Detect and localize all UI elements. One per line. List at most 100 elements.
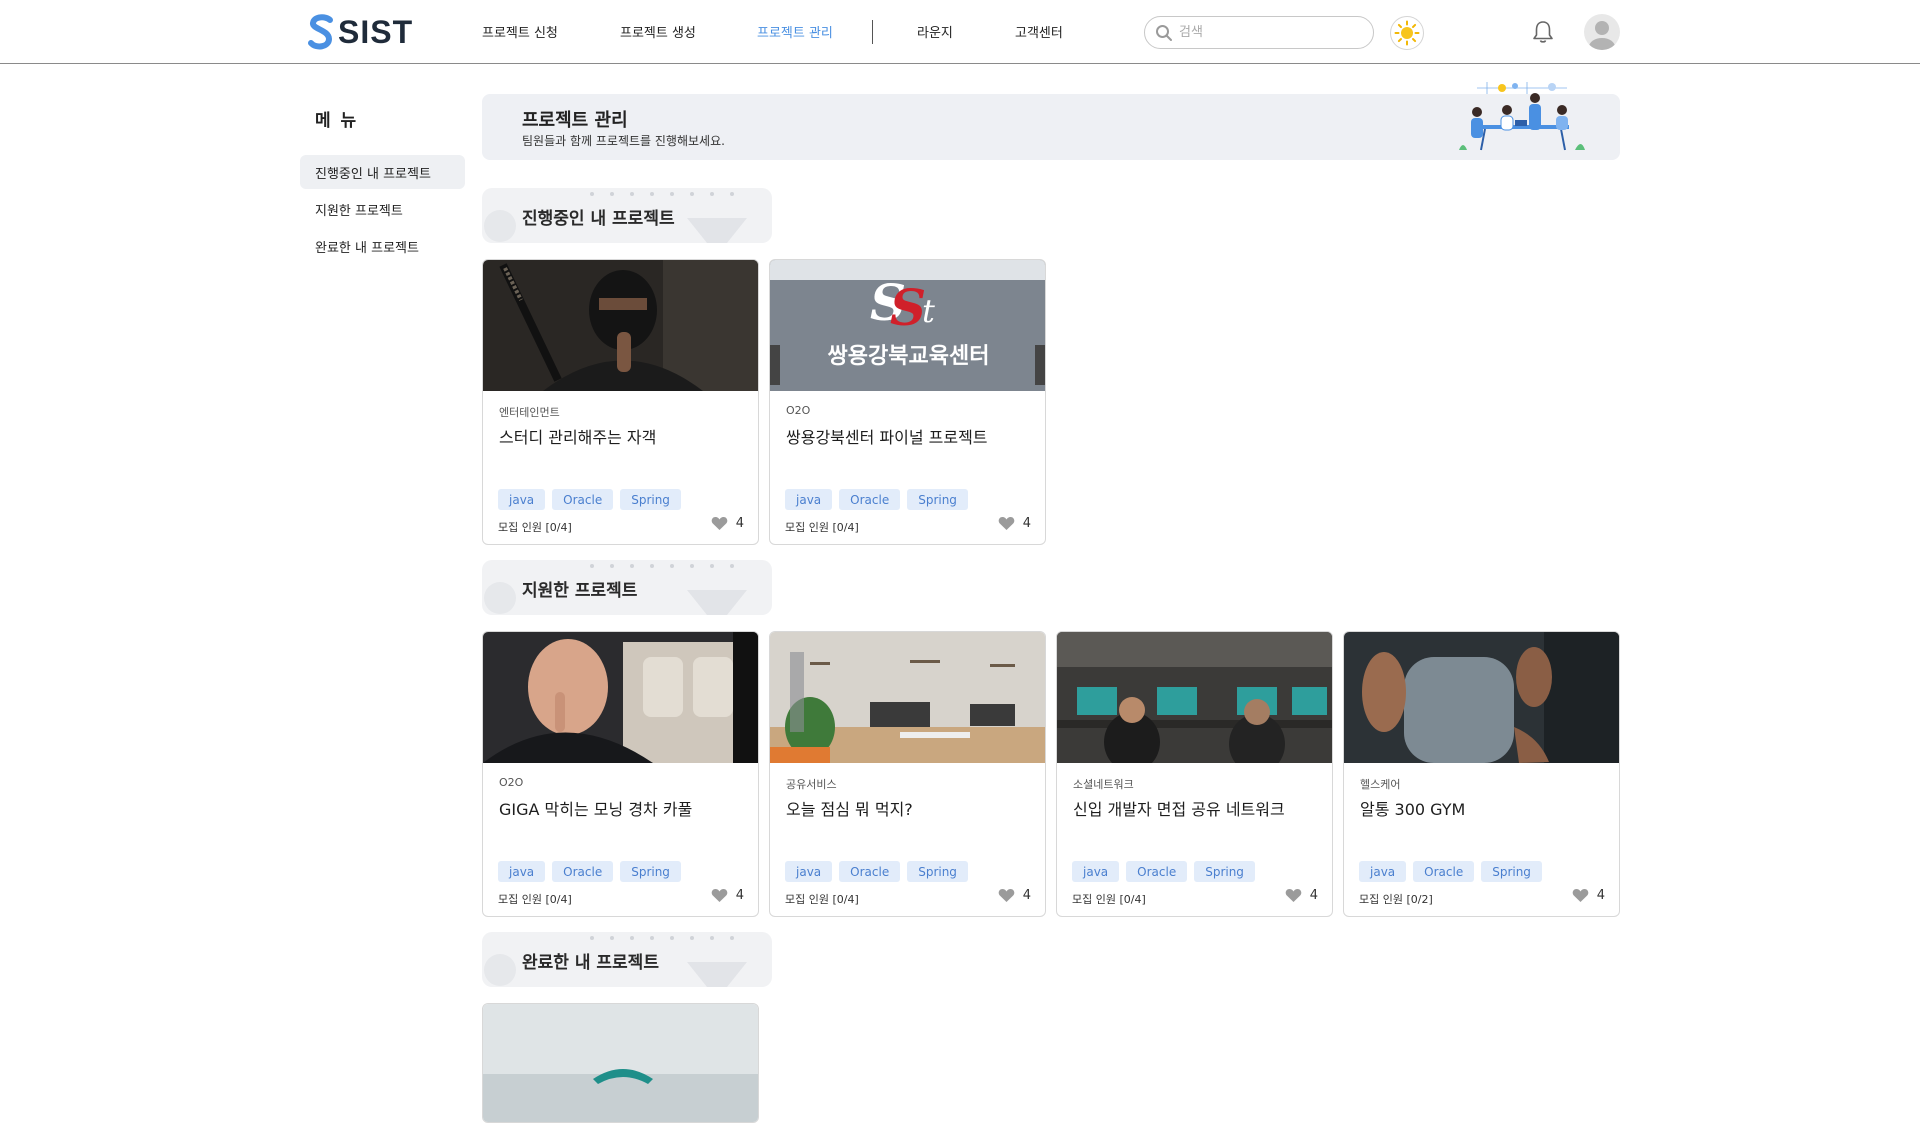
- recruit-count: 모집 인원 [0/4]: [1072, 893, 1146, 906]
- project-card[interactable]: 헬스케어 알통 300 GYM java Oracle Spring 모집 인원…: [1343, 631, 1620, 917]
- tech-tags: java Oracle Spring: [785, 489, 968, 510]
- tech-tag: Spring: [620, 861, 681, 882]
- page-banner: 프로젝트 관리 팀원들과 함께 프로젝트를 진행해보세요.: [482, 82, 1620, 160]
- thumbnail-sign-text: 쌍용강북교육센터: [828, 344, 990, 369]
- project-thumbnail: [770, 632, 1045, 763]
- user-avatar[interactable]: [1584, 14, 1620, 50]
- tech-tag: Spring: [1481, 861, 1542, 882]
- like-count: 4: [735, 516, 744, 531]
- team-meeting-illustration: [1459, 82, 1585, 151]
- heart-icon: [1285, 889, 1302, 902]
- sidebar-title: 메 뉴: [315, 111, 359, 131]
- user-icon: [1589, 21, 1615, 50]
- section-header-completed: 완료한 내 프로젝트: [482, 932, 772, 987]
- tech-tags: java Oracle Spring: [1359, 861, 1542, 882]
- tech-tag: java: [785, 489, 833, 510]
- project-thumbnail: [1344, 632, 1619, 763]
- recruit-count: 모집 인원 [0/4]: [498, 521, 572, 534]
- project-category: 헬스케어: [1360, 778, 1401, 791]
- tech-tag: Oracle: [839, 861, 901, 882]
- sidebar-item-ongoing-projects[interactable]: 진행중인 내 프로젝트: [300, 155, 465, 189]
- like-count: 4: [1596, 888, 1605, 903]
- project-thumbnail: S S t 쌍용강북교육센터: [770, 260, 1045, 391]
- project-category: O2O: [786, 404, 811, 417]
- project-thumbnail: [483, 632, 758, 763]
- heart-icon: [998, 517, 1015, 530]
- page-subtitle: 팀원들과 함께 프로젝트를 진행해보세요.: [522, 134, 725, 148]
- heart-icon: [711, 889, 728, 902]
- tech-tag: java: [1359, 861, 1407, 882]
- tech-tag: Spring: [907, 861, 968, 882]
- tech-tag: Oracle: [552, 489, 614, 510]
- nav-project-manage[interactable]: 프로젝트 관리: [757, 22, 833, 41]
- search-box[interactable]: [1144, 16, 1374, 49]
- heart-icon: [1572, 889, 1589, 902]
- tech-tag: Oracle: [1126, 861, 1188, 882]
- like-button[interactable]: 4: [1572, 888, 1605, 903]
- project-category: 엔터테인먼트: [499, 406, 560, 419]
- sist-logo[interactable]: SIST: [308, 14, 413, 50]
- search-input[interactable]: [1179, 25, 1359, 40]
- logo-text: SIST: [338, 13, 414, 50]
- like-count: 4: [1022, 516, 1031, 531]
- project-category: 소셜네트워크: [1073, 778, 1134, 791]
- section-title: 지원한 프로젝트: [522, 581, 638, 601]
- like-button[interactable]: 4: [1285, 888, 1318, 903]
- like-button[interactable]: 4: [998, 888, 1031, 903]
- tech-tag: java: [498, 489, 546, 510]
- heart-icon: [998, 889, 1015, 902]
- project-card[interactable]: 공유서비스 오늘 점심 뭐 먹지? java Oracle Spring 모집 …: [769, 631, 1046, 917]
- project-card[interactable]: 소셜네트워크 신입 개발자 면접 공유 네트워크 java Oracle Spr…: [1056, 631, 1333, 917]
- tech-tag: java: [785, 861, 833, 882]
- section-title: 진행중인 내 프로젝트: [522, 209, 675, 229]
- tech-tag: java: [498, 861, 546, 882]
- section-header-ongoing: 진행중인 내 프로젝트: [482, 188, 772, 243]
- search-icon: [1156, 24, 1172, 41]
- project-card[interactable]: 엔터테인먼트 스터디 관리해주는 자객 java Oracle Spring 모…: [482, 259, 759, 545]
- tech-tags: java Oracle Spring: [498, 861, 681, 882]
- tech-tag: Spring: [907, 489, 968, 510]
- theme-toggle-button[interactable]: [1390, 16, 1424, 50]
- section-header-applied: 지원한 프로젝트: [482, 560, 772, 615]
- nav-divider: [872, 20, 873, 44]
- tech-tags: java Oracle Spring: [1072, 861, 1255, 882]
- like-count: 4: [1022, 888, 1031, 903]
- project-title[interactable]: 오늘 점심 뭐 먹지?: [786, 796, 913, 820]
- tech-tags: java Oracle Spring: [785, 861, 968, 882]
- project-title[interactable]: 알통 300 GYM: [1360, 796, 1465, 820]
- svg-text:t: t: [922, 292, 935, 330]
- recruit-count: 모집 인원 [0/4]: [498, 893, 572, 906]
- project-card[interactable]: S S t 쌍용강북교육센터 O2O 쌍용강북센터 파이널 프로젝트 java …: [769, 259, 1046, 545]
- sidebar-item-applied-projects[interactable]: 지원한 프로젝트: [300, 192, 465, 226]
- project-category: 공유서비스: [786, 778, 837, 791]
- recruit-count: 모집 인원 [0/4]: [785, 893, 859, 906]
- recruit-count: 모집 인원 [0/2]: [1359, 893, 1433, 906]
- like-button[interactable]: 4: [711, 516, 744, 531]
- nav-lounge[interactable]: 라운지: [917, 22, 953, 41]
- heart-icon: [711, 517, 728, 530]
- project-thumbnail: [483, 260, 758, 391]
- nav-project-apply[interactable]: 프로젝트 신청: [482, 22, 558, 41]
- sun-icon: [1394, 20, 1420, 46]
- tech-tag: java: [1072, 861, 1120, 882]
- project-title[interactable]: GIGA 막히는 모닝 경차 카풀: [499, 796, 692, 820]
- project-category: O2O: [499, 776, 524, 789]
- tech-tag: Spring: [1194, 861, 1255, 882]
- like-button[interactable]: 4: [711, 888, 744, 903]
- project-card[interactable]: O2O GIGA 막히는 모닝 경차 카풀 java Oracle Spring…: [482, 631, 759, 917]
- tech-tag: Oracle: [1413, 861, 1475, 882]
- nav-customer-center[interactable]: 고객센터: [1015, 22, 1063, 41]
- project-title[interactable]: 쌍용강북센터 파이널 프로젝트: [786, 424, 988, 448]
- tech-tags: java Oracle Spring: [498, 489, 681, 510]
- project-title[interactable]: 스터디 관리해주는 자객: [499, 424, 656, 448]
- nav-project-create[interactable]: 프로젝트 생성: [620, 22, 696, 41]
- section-title: 완료한 내 프로젝트: [522, 953, 659, 973]
- notification-bell-icon[interactable]: [1532, 20, 1554, 44]
- like-button[interactable]: 4: [998, 516, 1031, 531]
- top-navigation-bar: SIST 프로젝트 신청 프로젝트 생성 프로젝트 관리 라운지 고객센터: [0, 0, 1920, 64]
- project-card-partial[interactable]: [482, 1003, 759, 1123]
- project-title[interactable]: 신입 개발자 면접 공유 네트워크: [1073, 796, 1285, 820]
- sidebar-item-completed-projects[interactable]: 완료한 내 프로젝트: [300, 229, 465, 263]
- svg-text:S: S: [890, 278, 926, 337]
- like-count: 4: [1309, 888, 1318, 903]
